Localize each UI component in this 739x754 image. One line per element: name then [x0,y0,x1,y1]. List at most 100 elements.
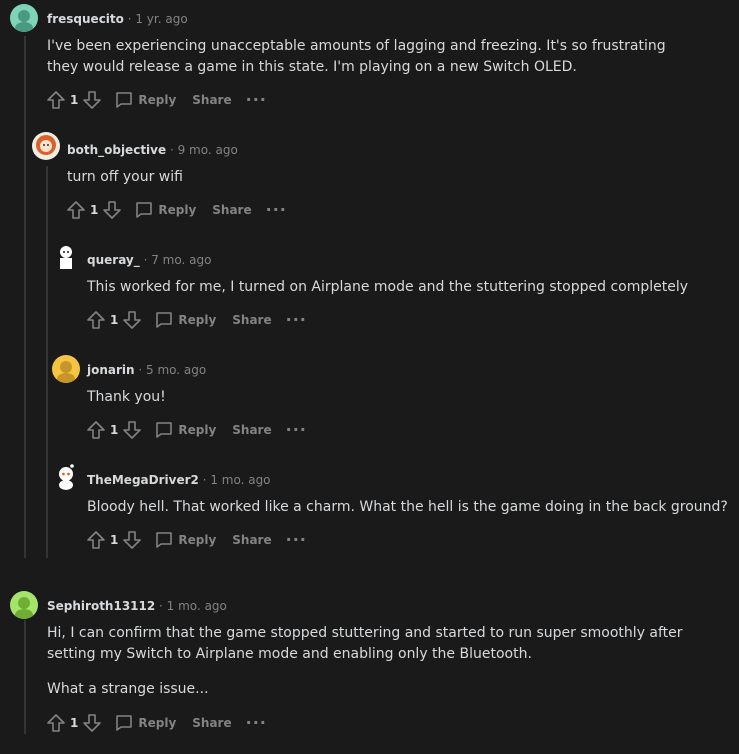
comment-actions: 1 Reply Share ··· [66,198,287,222]
downvote-icon[interactable] [82,90,102,110]
comment-paragraph: turn off your wifi [67,169,183,185]
reply-button[interactable]: Reply [134,200,196,220]
timestamp[interactable]: 1 mo. ago [167,599,227,613]
thread-line[interactable] [46,166,48,558]
timestamp[interactable]: 1 yr. ago [135,12,187,26]
share-button[interactable]: Share [228,313,271,327]
timestamp[interactable]: 1 mo. ago [210,473,270,487]
reply-button[interactable]: Reply [154,530,216,550]
author-name[interactable]: TheMegaDriver2 [87,473,199,487]
vote-count: 1 [110,313,119,327]
comment-meta: fresquecito · 1 yr. ago [47,12,188,26]
comment-body: Hi, I can confirm that the game stopped … [47,623,687,700]
comment-icon [116,92,133,108]
thread-line[interactable] [24,620,26,734]
more-options-icon[interactable]: ··· [286,312,307,328]
author-name[interactable]: queray_ [87,253,140,267]
author-name[interactable]: fresquecito [47,12,124,26]
downvote-icon[interactable] [122,420,142,440]
downvote-icon[interactable] [122,530,142,550]
share-button[interactable]: Share [188,93,231,107]
comment-meta: both_objective · 9 mo. ago [67,143,238,157]
comment-actions: 1 Reply Share ··· [86,308,307,332]
author-name[interactable]: jonarin [87,363,135,377]
upvote-icon[interactable] [46,90,66,110]
comment-paragraph: I've been experiencing unacceptable amou… [47,38,666,75]
author-name[interactable]: both_objective [67,143,166,157]
comment-actions: 1 Reply Share ··· [86,418,307,442]
comment-icon [156,422,173,438]
vote-group: 1 [46,90,102,110]
share-label: Share [232,423,272,437]
reply-label: Reply [178,423,217,437]
share-button[interactable]: Share [228,533,271,547]
comment-icon [156,312,173,328]
upvote-icon[interactable] [66,200,86,220]
more-options-icon[interactable]: ··· [266,202,287,218]
vote-group: 1 [86,420,142,440]
avatar[interactable] [52,243,80,271]
comment-icon [156,532,173,548]
upvote-icon[interactable] [46,713,66,733]
comment-actions: 1 Reply Share ··· [86,528,307,552]
share-button[interactable]: Share [228,423,271,437]
reply-button[interactable]: Reply [154,310,216,330]
downvote-icon[interactable] [102,200,122,220]
more-options-icon[interactable]: ··· [286,532,307,548]
upvote-icon[interactable] [86,420,106,440]
comment-icon [116,715,133,731]
comment-body: Bloody hell. That worked like a charm. W… [87,497,732,518]
share-label: Share [212,203,252,217]
comment-paragraph: Hi, I can confirm that the game stopped … [47,625,683,662]
upvote-icon[interactable] [86,310,106,330]
timestamp[interactable]: 5 mo. ago [146,363,206,377]
vote-group: 1 [46,713,102,733]
comment-paragraph: This worked for me, I turned on Airplane… [87,279,689,295]
reply-label: Reply [158,203,197,217]
avatar[interactable] [52,462,80,490]
avatar[interactable] [10,591,38,619]
comment-paragraph: What a strange issue... [47,681,209,697]
reply-label: Reply [178,313,217,327]
share-label: Share [192,716,232,730]
vote-count: 1 [110,423,119,437]
share-label: Share [232,313,272,327]
comment-body: turn off your wifi [67,167,707,188]
comment-paragraph: Bloody hell. That worked like a charm. W… [87,499,728,515]
timestamp[interactable]: 9 mo. ago [178,143,238,157]
reply-button[interactable]: Reply [114,713,176,733]
more-options-icon[interactable]: ··· [286,422,307,438]
more-options-icon[interactable]: ··· [246,92,267,108]
reply-button[interactable]: Reply [154,420,216,440]
downvote-icon[interactable] [122,310,142,330]
avatar[interactable] [32,132,60,160]
share-button[interactable]: Share [188,716,231,730]
vote-count: 1 [70,93,79,107]
reply-button[interactable]: Reply [114,90,176,110]
comment-icon [136,202,153,218]
thread-line[interactable] [24,36,26,558]
comment-meta: queray_ · 7 mo. ago [87,253,212,267]
reply-label: Reply [138,93,177,107]
reply-label: Reply [138,716,177,730]
avatar[interactable] [52,355,80,383]
more-options-icon[interactable]: ··· [246,715,267,731]
vote-group: 1 [86,530,142,550]
downvote-icon[interactable] [82,713,102,733]
comment-actions: 1 Reply Share ··· [46,711,267,735]
comment-meta: jonarin · 5 mo. ago [87,363,207,377]
vote-group: 1 [66,200,122,220]
timestamp[interactable]: 7 mo. ago [151,253,211,267]
share-label: Share [232,533,272,547]
comment-body: I've been experiencing unacceptable amou… [47,36,687,78]
avatar[interactable] [10,4,38,32]
comment-body: This worked for me, I turned on Airplane… [87,277,727,298]
author-name[interactable]: Sephiroth13112 [47,599,155,613]
reply-label: Reply [178,533,217,547]
share-label: Share [192,93,232,107]
upvote-icon[interactable] [86,530,106,550]
share-button[interactable]: Share [208,203,251,217]
comment-meta: TheMegaDriver2 · 1 mo. ago [87,473,271,487]
vote-count: 1 [90,203,99,217]
comment-paragraph: Thank you! [87,389,166,405]
